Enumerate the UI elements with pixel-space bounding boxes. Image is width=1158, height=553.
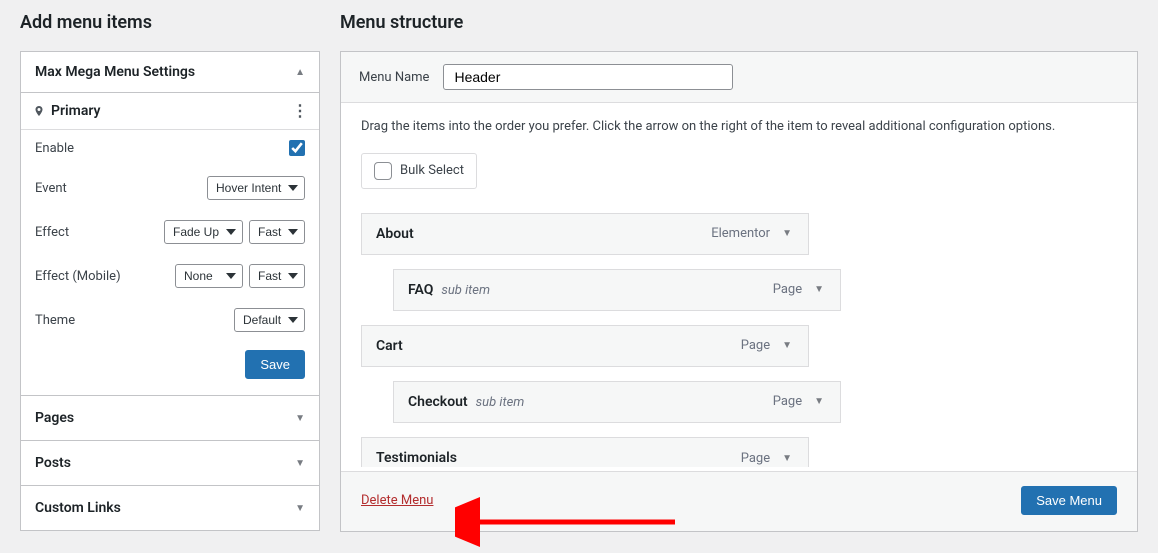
menu-editor: Menu Name Drag the items into the order … [340, 51, 1138, 532]
menu-structure-heading: Menu structure [340, 12, 1138, 33]
accordion-label: Posts [35, 455, 71, 471]
menu-item-type: Elementor [711, 226, 770, 241]
menu-item-subitem-label: sub item [441, 283, 490, 298]
effect-speed-select[interactable]: Fast [249, 220, 305, 244]
chevron-down-icon[interactable]: ▼ [780, 451, 794, 466]
primary-location-row: Primary ⋮ [21, 93, 319, 130]
mega-menu-settings-toggle[interactable]: Max Mega Menu Settings ▲ [21, 52, 319, 93]
menu-item[interactable]: Cart Page ▼ [361, 325, 809, 367]
menu-item-title: Checkout [408, 394, 468, 410]
primary-label: Primary [51, 103, 100, 119]
menu-item-title: Testimonials [376, 450, 457, 466]
menu-item[interactable]: About Elementor ▼ [361, 213, 809, 255]
save-menu-button[interactable]: Save Menu [1021, 486, 1117, 515]
chevron-down-icon[interactable]: ▼ [812, 394, 826, 409]
chevron-down-icon: ▼ [295, 413, 305, 424]
menu-item-subitem-label: sub item [476, 395, 525, 410]
menu-name-row: Menu Name [341, 52, 1137, 103]
bulk-select-checkbox[interactable] [374, 162, 392, 180]
event-select[interactable]: Hover Intent [207, 176, 305, 200]
effect-mobile-animation-select[interactable]: None [175, 264, 243, 288]
enable-row: Enable [21, 130, 319, 166]
more-options-icon[interactable]: ⋮ [292, 103, 307, 119]
effect-animation-select[interactable]: Fade Up [164, 220, 243, 244]
save-settings-button[interactable]: Save [245, 350, 305, 379]
enable-label: Enable [35, 141, 74, 156]
chevron-down-icon: ▼ [295, 458, 305, 469]
effect-mobile-speed-select[interactable]: Fast [249, 264, 305, 288]
menu-item[interactable]: Testimonials Page ▼ [361, 437, 809, 467]
chevron-down-icon: ▼ [295, 503, 305, 514]
posts-accordion[interactable]: Posts ▼ [20, 440, 320, 486]
menu-item-type: Page [773, 282, 802, 297]
menu-footer: Delete Menu Save Menu [341, 471, 1137, 531]
menu-item-title: FAQ [408, 282, 433, 298]
menu-item[interactable]: FAQ sub item Page ▼ [393, 269, 841, 311]
accordion-label: Pages [35, 410, 74, 426]
effect-label: Effect [35, 225, 69, 240]
mega-menu-settings-title: Max Mega Menu Settings [35, 64, 195, 80]
theme-row: Theme Default [21, 298, 319, 342]
location-pin-icon [33, 105, 45, 117]
bulk-select-label: Bulk Select [400, 163, 464, 178]
instructions-text: Drag the items into the order you prefer… [361, 117, 1117, 137]
delete-menu-link[interactable]: Delete Menu [361, 493, 433, 508]
pages-accordion[interactable]: Pages ▼ [20, 395, 320, 441]
enable-checkbox[interactable] [289, 140, 305, 156]
chevron-down-icon[interactable]: ▼ [780, 338, 794, 353]
menu-item-title: Cart [376, 338, 403, 354]
mega-menu-settings-panel: Max Mega Menu Settings ▲ Primary ⋮ Enabl… [20, 51, 320, 396]
theme-label: Theme [35, 313, 75, 328]
menu-name-label: Menu Name [359, 70, 429, 85]
event-row: Event Hover Intent [21, 166, 319, 210]
menu-item[interactable]: Checkout sub item Page ▼ [393, 381, 841, 423]
menu-item-type: Page [773, 394, 802, 409]
effect-mobile-row: Effect (Mobile) None Fast [21, 254, 319, 298]
menu-items-list: About Elementor ▼ FAQ sub item [361, 213, 1117, 471]
add-menu-items-heading: Add menu items [20, 12, 320, 33]
accordion-label: Custom Links [35, 500, 121, 516]
custom-links-accordion[interactable]: Custom Links ▼ [20, 485, 320, 531]
menu-item-type: Page [741, 451, 770, 466]
bulk-select-toggle[interactable]: Bulk Select [361, 153, 477, 189]
chevron-down-icon[interactable]: ▼ [780, 226, 794, 241]
effect-mobile-label: Effect (Mobile) [35, 269, 121, 284]
menu-name-input[interactable] [443, 64, 733, 90]
chevron-up-icon: ▲ [295, 67, 305, 78]
theme-select[interactable]: Default [234, 308, 305, 332]
menu-item-type: Page [741, 338, 770, 353]
effect-row: Effect Fade Up Fast [21, 210, 319, 254]
menu-item-title: About [376, 226, 414, 242]
event-label: Event [35, 181, 67, 196]
chevron-down-icon[interactable]: ▼ [812, 282, 826, 297]
